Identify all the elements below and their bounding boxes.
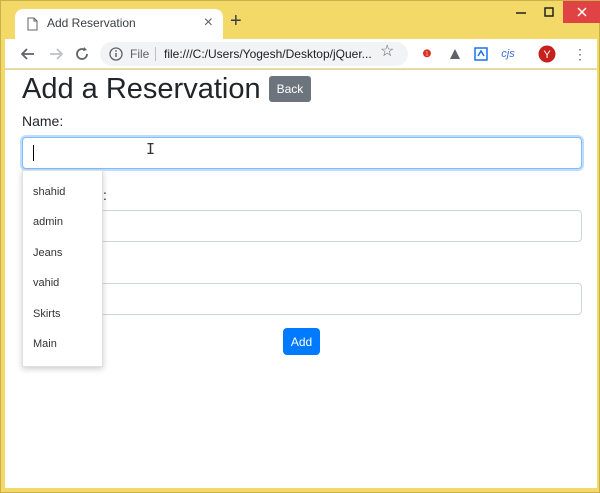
back-nav-button[interactable] (17, 43, 39, 65)
url-text[interactable]: file:///C:/Users/Yogesh/Desktop/jQuer... (164, 47, 372, 61)
tab-add-reservation[interactable]: Add Reservation × (15, 9, 223, 39)
extension-3-icon[interactable] (472, 45, 490, 63)
address-bar[interactable]: File file:///C:/Users/Yogesh/Desktop/jQu… (100, 42, 408, 66)
add-button[interactable]: Add (283, 328, 320, 355)
extension-2-icon[interactable] (446, 45, 464, 63)
autocomplete-item[interactable]: shahid (33, 186, 65, 198)
reload-icon (76, 47, 88, 60)
page-content: Add a Reservation Back Name: I : Add sha… (5, 70, 597, 488)
autocomplete-dropdown: shahid admin Jeans vahid Skirts Main (22, 170, 103, 367)
info-icon[interactable] (109, 47, 123, 61)
close-icon (577, 7, 587, 17)
heading-row: Add a Reservation Back (22, 72, 312, 106)
name-label: Name: (22, 113, 64, 129)
maximize-icon (544, 7, 554, 17)
autocomplete-item[interactable]: vahid (33, 277, 59, 289)
name-input[interactable] (22, 137, 582, 169)
autocomplete-item[interactable]: Jeans (33, 247, 62, 259)
window-close-button[interactable] (563, 1, 600, 23)
star-icon[interactable]: ☆ (380, 41, 394, 61)
back-button[interactable]: Back (268, 76, 312, 102)
menu-icon[interactable]: ⋮ (571, 45, 589, 63)
divider (155, 47, 156, 61)
browser-window: Add Reservation × + File file:///C:/User (0, 0, 600, 493)
svg-text:Y: Y (543, 49, 551, 61)
browser-toolbar: File file:///C:/Users/Yogesh/Desktop/jQu… (5, 39, 597, 69)
text-caret (33, 145, 34, 161)
new-tab-button[interactable]: + (230, 11, 242, 31)
autocomplete-item[interactable]: admin (33, 216, 63, 228)
forward-nav-button[interactable] (45, 43, 67, 65)
field2-label: : (103, 187, 107, 203)
tab-title: Add Reservation (47, 16, 136, 30)
extension-1-icon[interactable]: ❶ (418, 45, 436, 63)
close-tab-icon[interactable]: × (204, 14, 213, 32)
field2-input[interactable] (22, 210, 582, 242)
field3-input[interactable] (22, 283, 582, 315)
autocomplete-item[interactable]: Skirts (33, 308, 61, 320)
arrow-left-icon (21, 48, 34, 60)
profile-avatar[interactable]: Y (538, 45, 556, 63)
minimize-button[interactable] (507, 1, 535, 23)
minimize-icon (516, 12, 526, 14)
extension-cjs-icon[interactable]: cjs (499, 45, 517, 63)
ibeam-cursor-icon: I (146, 140, 156, 158)
page-title: Add a Reservation (22, 73, 261, 105)
tab-strip: Add Reservation × + (1, 1, 600, 39)
site-label: File (130, 47, 150, 61)
autocomplete-item[interactable]: Main (33, 338, 57, 350)
arrow-right-icon (50, 48, 63, 60)
reload-button[interactable] (71, 43, 93, 65)
page-icon (27, 17, 38, 31)
maximize-button[interactable] (535, 1, 563, 23)
